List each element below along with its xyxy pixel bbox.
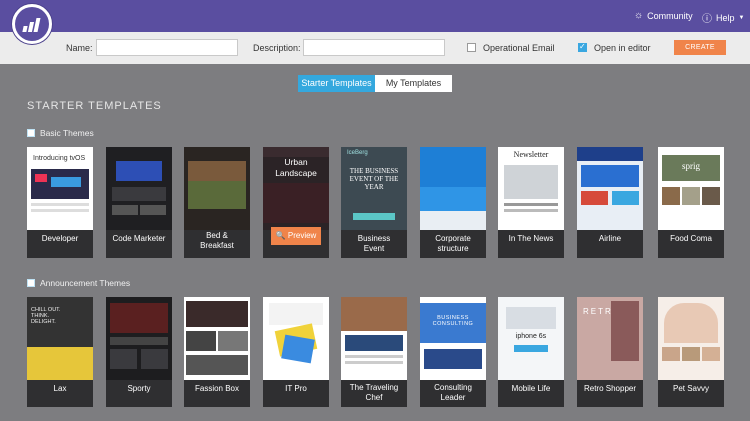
template-card-business-event[interactable]: IceBerg THE BUSINESS EVENT OF THE YEAR B… bbox=[341, 147, 407, 258]
thumb-brand: IceBerg bbox=[347, 150, 368, 156]
operational-email-label: Operational Email bbox=[483, 43, 555, 53]
thumb-text: THE BUSINESS EVENT OF THE YEAR bbox=[349, 167, 399, 191]
description-label: Description: bbox=[253, 43, 301, 53]
group-basic-themes[interactable]: Basic Themes bbox=[27, 128, 94, 138]
template-label: Lax bbox=[53, 384, 67, 393]
preview-button[interactable]: 🔍 Preview bbox=[271, 227, 321, 245]
template-label: Mobile Life bbox=[511, 384, 551, 393]
template-thumbnail bbox=[106, 297, 172, 380]
section-title: STARTER TEMPLATES bbox=[27, 100, 162, 112]
app-logo[interactable] bbox=[12, 4, 52, 44]
group-title: Basic Themes bbox=[40, 128, 94, 138]
template-thumbnail bbox=[341, 297, 407, 380]
template-thumbnail: Introducing tvOS bbox=[27, 147, 93, 230]
template-label: Airline bbox=[598, 234, 622, 243]
template-label: In The News bbox=[508, 234, 554, 243]
help-label: Help bbox=[716, 12, 735, 23]
template-label: Code Marketer bbox=[112, 234, 166, 243]
community-link[interactable]: ☼ Community bbox=[634, 10, 693, 21]
template-label: Fassion Box bbox=[194, 384, 240, 393]
template-label: The Traveling Chef bbox=[349, 383, 399, 402]
name-input[interactable] bbox=[96, 39, 238, 56]
template-card-pet-savvy[interactable]: Pet Savvy bbox=[658, 297, 724, 407]
template-thumbnail bbox=[106, 147, 172, 230]
template-card-it-pro[interactable]: IT Pro bbox=[263, 297, 329, 407]
group-title: Announcement Themes bbox=[40, 278, 131, 288]
template-card-consulting-leader[interactable]: BUSINESS CONSULTING Consulting Leader bbox=[420, 297, 486, 407]
tab-my-templates[interactable]: My Templates bbox=[375, 75, 452, 92]
collapse-icon bbox=[27, 279, 35, 287]
template-card-developer[interactable]: Introducing tvOS Developer bbox=[27, 147, 93, 258]
logo-chart-icon bbox=[15, 7, 49, 41]
template-label: IT Pro bbox=[285, 384, 307, 393]
preview-label: Preview bbox=[287, 231, 317, 240]
template-label: Bed & Breakfast bbox=[200, 231, 234, 250]
template-thumbnail bbox=[420, 147, 486, 230]
template-card-code-marketer[interactable]: Code Marketer bbox=[106, 147, 172, 258]
template-label: Sporty bbox=[127, 384, 151, 393]
collapse-icon bbox=[27, 129, 35, 137]
template-thumbnail bbox=[184, 297, 250, 380]
template-card-traveling-chef[interactable]: The Traveling Chef bbox=[341, 297, 407, 407]
template-thumbnail: Newsletter bbox=[498, 147, 564, 230]
template-thumbnail bbox=[577, 147, 643, 230]
template-card-airline[interactable]: Airline bbox=[577, 147, 643, 258]
template-thumbnail: RETRO bbox=[577, 297, 643, 380]
open-in-editor-checkbox[interactable] bbox=[578, 42, 587, 52]
caret-down-icon: ▼ bbox=[738, 14, 745, 21]
template-label: Retro Shopper bbox=[583, 384, 637, 393]
template-label: Food Coma bbox=[670, 234, 712, 243]
template-thumbnail bbox=[184, 147, 250, 230]
help-link[interactable]: ⓘ Help ▼ bbox=[702, 10, 745, 26]
template-thumbnail: CHILL OUT. THINK. DELIGHT. bbox=[27, 297, 93, 380]
help-icon: ⓘ bbox=[702, 14, 712, 25]
community-label: Community bbox=[647, 10, 693, 21]
template-card-food-coma[interactable]: sprig Food Coma bbox=[658, 147, 724, 258]
thumb-text: Newsletter bbox=[513, 150, 549, 159]
template-label: Developer bbox=[41, 234, 79, 243]
template-card-bed-breakfast[interactable]: Bed & Breakfast bbox=[184, 147, 250, 258]
thumb-text: BUSINESS CONSULTING bbox=[432, 315, 474, 327]
template-card-urban-landscape[interactable]: Urban Landscape 🔍 Preview bbox=[263, 147, 329, 258]
thumb-text: iphone 6s bbox=[515, 333, 547, 340]
template-thumbnail: sprig bbox=[658, 147, 724, 230]
template-card-retro-shopper[interactable]: RETRO Retro Shopper bbox=[577, 297, 643, 407]
template-thumbnail: BUSINESS CONSULTING bbox=[420, 297, 486, 380]
template-card-lax[interactable]: CHILL OUT. THINK. DELIGHT. Lax bbox=[27, 297, 93, 407]
create-button[interactable]: CREATE bbox=[674, 40, 726, 55]
thumb-text: Introducing tvOS bbox=[33, 155, 86, 162]
open-in-editor-label: Open in editor bbox=[594, 43, 651, 53]
template-thumbnail: IceBerg THE BUSINESS EVENT OF THE YEAR bbox=[341, 147, 407, 230]
template-thumbnail bbox=[263, 297, 329, 380]
template-label: Pet Savvy bbox=[672, 384, 709, 393]
template-label: Consulting Leader bbox=[434, 383, 472, 402]
thumb-text: sprig bbox=[682, 161, 700, 171]
template-label: Urban Landscape bbox=[275, 157, 317, 178]
operational-email-checkbox[interactable] bbox=[467, 43, 476, 52]
description-input[interactable] bbox=[303, 39, 445, 56]
top-bar: ☼ Community ⓘ Help ▼ bbox=[0, 0, 750, 32]
template-label: Business Event bbox=[357, 234, 391, 253]
template-card-in-the-news[interactable]: Newsletter In The News bbox=[498, 147, 564, 258]
template-label: Corporate structure bbox=[435, 234, 471, 253]
template-form: Name: Description: Operational Email Ope… bbox=[0, 32, 750, 64]
search-icon: 🔍 bbox=[275, 231, 286, 240]
chat-icon: ☼ bbox=[634, 10, 644, 21]
group-announcement-themes[interactable]: Announcement Themes bbox=[27, 278, 130, 288]
template-card-corporate-structure[interactable]: Corporate structure bbox=[420, 147, 486, 258]
name-label: Name: bbox=[66, 43, 93, 53]
template-card-sporty[interactable]: Sporty bbox=[106, 297, 172, 407]
tab-starter-templates[interactable]: Starter Templates bbox=[298, 75, 375, 92]
template-card-mobile-life[interactable]: iphone 6s Mobile Life bbox=[498, 297, 564, 407]
template-thumbnail bbox=[658, 297, 724, 380]
template-thumbnail: iphone 6s bbox=[498, 297, 564, 380]
thumb-text: CHILL OUT. THINK. DELIGHT. bbox=[31, 307, 61, 325]
template-card-fassion-box[interactable]: Fassion Box bbox=[184, 297, 250, 407]
